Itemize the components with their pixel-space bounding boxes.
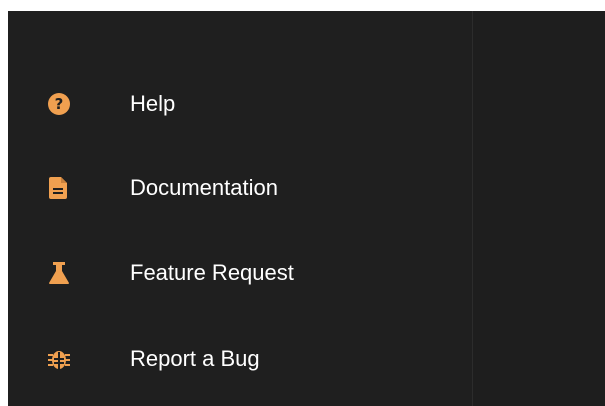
flask-icon xyxy=(46,260,72,286)
help-circle-icon: ? xyxy=(46,91,72,117)
document-icon xyxy=(46,175,72,201)
menu-item-report-bug-label: Report a Bug xyxy=(130,346,260,371)
bug-icon xyxy=(46,346,72,372)
menu-item-help[interactable]: ? Help xyxy=(8,73,472,135)
menu-item-report-bug[interactable]: Report a Bug xyxy=(8,328,472,390)
svg-text:?: ? xyxy=(55,95,64,113)
menu-item-help-label: Help xyxy=(130,91,176,116)
help-menu-panel: ? Help Documentation Feature Request Rep… xyxy=(8,11,472,406)
content-area xyxy=(473,11,605,406)
menu-item-documentation-label: Documentation xyxy=(130,175,278,200)
app-frame: ? Help Documentation Feature Request Rep… xyxy=(8,11,605,406)
menu-item-documentation[interactable]: Documentation xyxy=(8,157,472,219)
menu-item-feature-request-label: Feature Request xyxy=(130,260,294,285)
menu-item-feature-request[interactable]: Feature Request xyxy=(8,242,472,304)
